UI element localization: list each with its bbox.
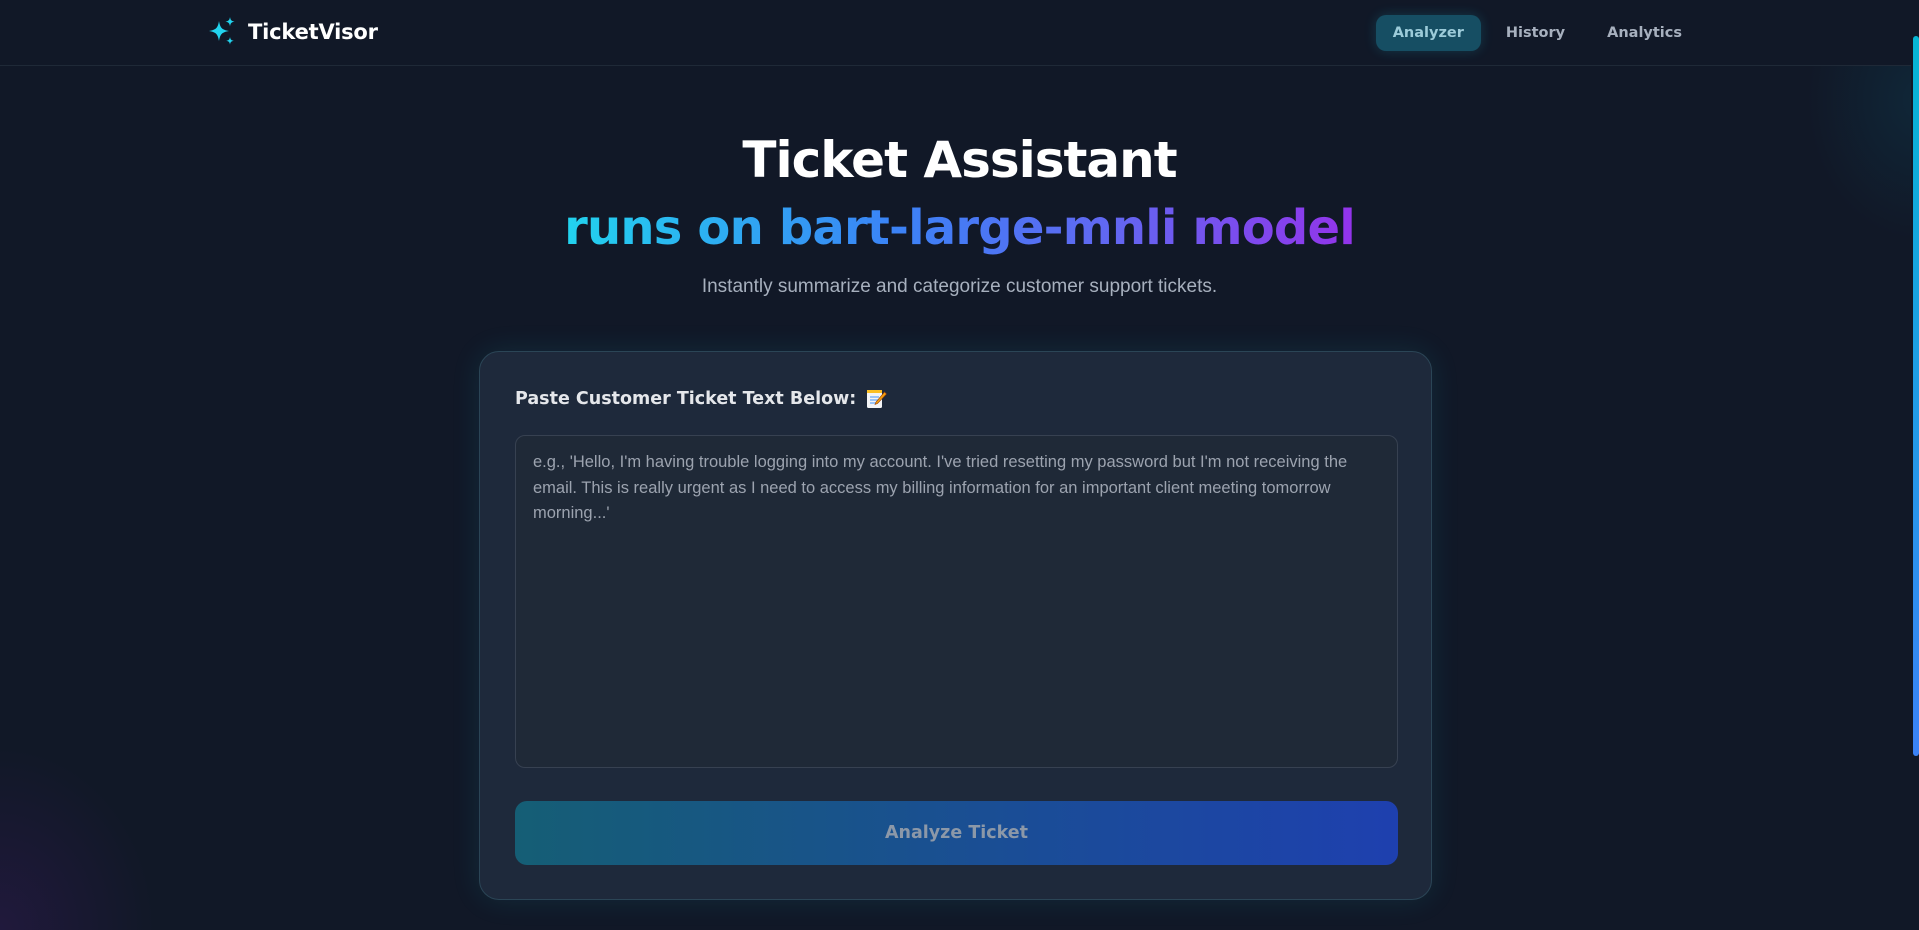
scrollbar-thumb[interactable] xyxy=(1913,36,1919,756)
analyze-ticket-button[interactable]: Analyze Ticket xyxy=(515,801,1398,865)
nav-history[interactable]: History xyxy=(1489,15,1582,51)
model-subtitle: runs on bart-large-mnli model xyxy=(564,196,1356,260)
ticket-input-label-text: Paste Customer Ticket Text Below: xyxy=(515,389,857,409)
memo-icon xyxy=(867,390,888,408)
brand-name: TicketVisor xyxy=(248,20,378,44)
ticket-form-card: Paste Customer Ticket Text Below: Analyz… xyxy=(479,351,1432,900)
ticket-text-input[interactable] xyxy=(515,435,1398,768)
page-scrollbar[interactable] xyxy=(1911,0,1919,930)
brand[interactable]: TicketVisor xyxy=(206,14,378,50)
tagline: Instantly summarize and categorize custo… xyxy=(701,276,1218,297)
sparkles-icon xyxy=(209,17,235,45)
main-nav: Analyzer History Analytics xyxy=(1375,15,1699,51)
hero: Ticket Assistant runs on bart-large-mnli… xyxy=(0,128,1919,298)
page-title: Ticket Assistant xyxy=(742,131,1177,189)
top-navbar: TicketVisor Analyzer History Analytics xyxy=(0,0,1919,66)
nav-analyzer[interactable]: Analyzer xyxy=(1375,15,1481,51)
ticket-input-label: Paste Customer Ticket Text Below: xyxy=(515,387,888,411)
nav-analytics[interactable]: Analytics xyxy=(1590,15,1699,51)
